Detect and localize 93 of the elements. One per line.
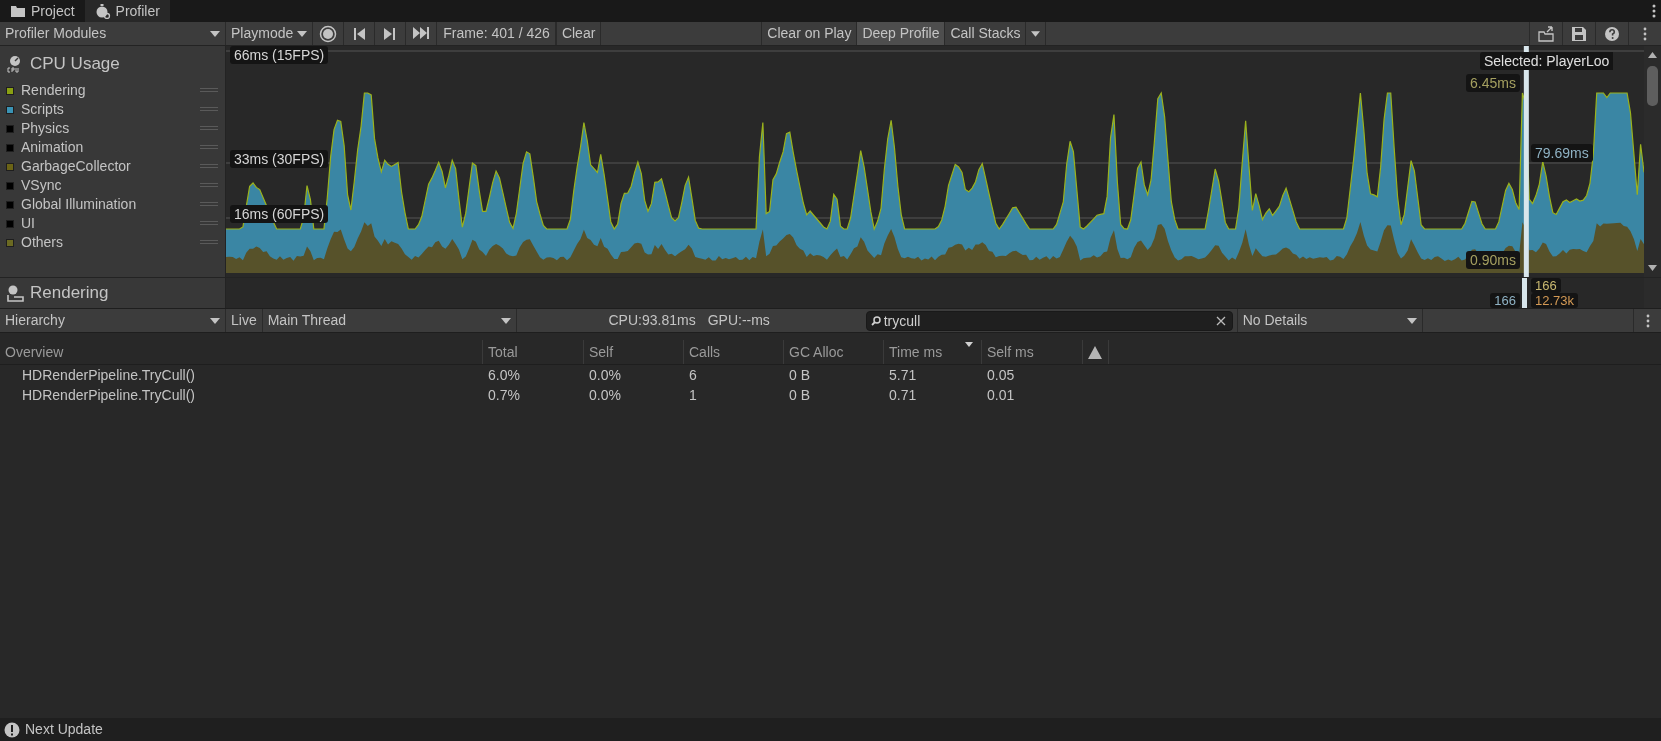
more-menu-icon bbox=[1643, 26, 1647, 41]
search-icon bbox=[870, 315, 881, 326]
drag-handle-icon[interactable] bbox=[200, 106, 218, 113]
drag-handle-icon[interactable] bbox=[200, 182, 218, 189]
table-cell-text: 0.0% bbox=[588, 385, 622, 405]
module-title: Rendering bbox=[30, 282, 109, 305]
save-icon bbox=[1571, 25, 1587, 42]
legend-label: Animation bbox=[21, 138, 84, 157]
folder-icon bbox=[10, 3, 26, 19]
drag-handle-icon[interactable] bbox=[200, 239, 218, 246]
legend-label: Global Illumination bbox=[21, 195, 137, 214]
threshold-label: 33ms (30FPS) bbox=[230, 150, 329, 168]
more-menu-icon[interactable] bbox=[1652, 4, 1656, 18]
table-cell-text: 0 B bbox=[788, 385, 811, 405]
gpu-time-label: GPU:--ms bbox=[707, 311, 770, 330]
legend-swatch[interactable] bbox=[6, 162, 14, 171]
value-label: 79.69ms bbox=[1531, 144, 1593, 162]
selection-marker[interactable] bbox=[1522, 278, 1527, 308]
threshold-label: 16ms (60FPS) bbox=[230, 205, 329, 223]
caret-icon bbox=[297, 30, 308, 37]
column-header[interactable]: Calls bbox=[683, 340, 783, 364]
column-header[interactable]: Self ms bbox=[981, 340, 1082, 364]
previous-frame-icon bbox=[351, 25, 368, 42]
drag-handle-icon[interactable] bbox=[200, 220, 218, 227]
value-label: 0.90ms bbox=[1466, 251, 1520, 269]
cpu-time-label: CPU:93.81ms bbox=[608, 311, 696, 330]
legend-swatch[interactable] bbox=[6, 181, 14, 190]
drag-handle-icon[interactable] bbox=[200, 125, 218, 132]
search-field[interactable]: trycull bbox=[865, 311, 1233, 331]
legend-swatch[interactable] bbox=[6, 238, 14, 247]
table-row[interactable]: HDRenderPipeline.TryCull() 6.0% 0.0% 6 0 B 5.71 0.05 bbox=[0, 365, 1661, 385]
toggle-button[interactable]: Deep Profile bbox=[857, 22, 946, 45]
table-cell-text: 6.0% bbox=[487, 365, 521, 385]
warning-icon bbox=[1088, 345, 1102, 359]
module-title: CPU Usage bbox=[30, 53, 120, 76]
column-header[interactable]: GC Alloc bbox=[783, 340, 883, 364]
table-cell-text: 0 B bbox=[788, 365, 811, 385]
table-cell-text: HDRenderPipeline.TryCull() bbox=[21, 385, 196, 405]
table-cell-text: 0.05 bbox=[986, 365, 1016, 385]
legend-label: GarbageCollector bbox=[21, 157, 131, 176]
table-row[interactable]: HDRenderPipeline.TryCull() 0.7% 0.0% 1 0 B 0.71 0.01 bbox=[0, 385, 1661, 405]
drag-handle-icon[interactable] bbox=[200, 144, 218, 151]
value-label: 6.45ms bbox=[1466, 74, 1520, 92]
legend-label: Rendering bbox=[21, 81, 86, 100]
table-cell-text: 6 bbox=[688, 365, 698, 385]
details-dropdown[interactable]: No Details bbox=[1236, 309, 1423, 332]
drag-handle-icon[interactable] bbox=[200, 201, 218, 208]
selection-label: Selected: PlayerLoo bbox=[1480, 52, 1614, 70]
more-menu-icon bbox=[1645, 313, 1650, 328]
stopwatch-icon bbox=[94, 3, 111, 19]
column-header[interactable]: Overview bbox=[0, 340, 482, 364]
value-label: 166 bbox=[1531, 278, 1561, 293]
status-message: Next Update bbox=[25, 720, 103, 739]
sort-descending-icon bbox=[965, 342, 973, 347]
folder-arrow-icon bbox=[1538, 25, 1554, 42]
table-cell-text: 0.71 bbox=[888, 385, 918, 405]
column-header[interactable]: Self bbox=[583, 340, 683, 364]
legend-swatch[interactable] bbox=[6, 86, 14, 95]
table-cell-text: HDRenderPipeline.TryCull() bbox=[21, 365, 196, 385]
clear-search-icon[interactable] bbox=[1215, 315, 1226, 326]
table-cell-text: 0.01 bbox=[986, 385, 1016, 405]
legend-label: Physics bbox=[21, 119, 70, 138]
legend-label: Others bbox=[21, 233, 63, 252]
tab[interactable]: Profiler bbox=[84, 0, 170, 22]
table-cell-text: 0.7% bbox=[487, 385, 521, 405]
table-cell-text: 5.71 bbox=[888, 365, 918, 385]
legend-swatch[interactable] bbox=[6, 219, 14, 228]
legend-swatch[interactable] bbox=[6, 105, 14, 114]
column-header[interactable]: Total bbox=[482, 340, 583, 364]
caret-icon bbox=[500, 317, 511, 324]
legend-label: VSync bbox=[21, 176, 62, 195]
legend-swatch[interactable] bbox=[6, 143, 14, 152]
value-label: 12.73k bbox=[1531, 293, 1579, 308]
drag-handle-icon[interactable] bbox=[200, 163, 218, 170]
legend-swatch[interactable] bbox=[6, 124, 14, 133]
value-label: 166 bbox=[1490, 293, 1520, 308]
record-icon bbox=[319, 24, 338, 43]
drag-handle-icon[interactable] bbox=[200, 87, 218, 94]
caret-icon bbox=[210, 30, 220, 37]
legend-swatch[interactable] bbox=[6, 200, 14, 209]
teapot-icon bbox=[6, 284, 24, 302]
warning-icon bbox=[4, 721, 20, 738]
column-header[interactable]: Time ms bbox=[883, 340, 981, 364]
clear-button[interactable]: Clear bbox=[555, 22, 602, 45]
caret-icon bbox=[1406, 317, 1417, 324]
legend-label: UI bbox=[21, 214, 35, 233]
table-cell-text: 0.0% bbox=[588, 365, 622, 385]
caret-icon bbox=[1031, 30, 1041, 37]
threshold-label: 66ms (15FPS) bbox=[230, 46, 329, 64]
table-cell-text: 1 bbox=[688, 385, 698, 405]
help-icon bbox=[1604, 25, 1620, 42]
legend-label: Scripts bbox=[21, 100, 64, 119]
caret-icon bbox=[210, 317, 220, 324]
